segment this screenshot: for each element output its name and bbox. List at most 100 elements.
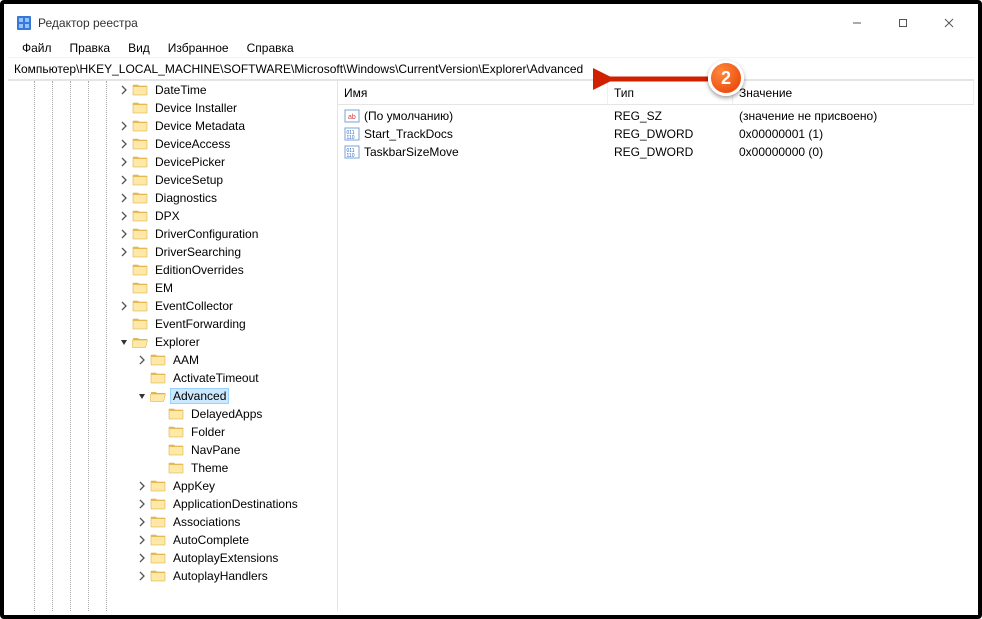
svg-text:110: 110 [347,135,355,141]
tree-item[interactable]: EditionOverrides [8,261,337,279]
tree-item[interactable]: EventForwarding [8,315,337,333]
tree-item[interactable]: DriverConfiguration [8,225,337,243]
expand-icon[interactable] [116,121,132,131]
menu-favorites[interactable]: Избранное [160,40,237,56]
expand-icon[interactable] [116,85,132,95]
tree-item[interactable]: EventCollector [8,297,337,315]
values-header: Имя Тип Значение [338,81,974,105]
expand-icon[interactable] [116,157,132,167]
tree-item[interactable]: ActivateTimeout [8,369,337,387]
tree-item[interactable]: DateTime [8,81,337,99]
expand-icon[interactable] [116,247,132,257]
tree-item[interactable]: Associations [8,513,337,531]
folder-icon [132,190,148,206]
col-name[interactable]: Имя [338,81,608,104]
tree-item-label: AutoComplete [170,532,252,548]
tree-item[interactable]: Diagnostics [8,189,337,207]
collapse-icon[interactable] [116,337,132,347]
tree-item[interactable]: AutoplayHandlers [8,567,337,585]
values-list[interactable]: ab(По умолчанию)REG_SZ(значение не присв… [338,105,974,611]
expand-icon[interactable] [116,175,132,185]
menu-view[interactable]: Вид [120,40,158,56]
folder-icon [168,460,184,476]
tree-item[interactable]: AAM [8,351,337,369]
expand-icon[interactable] [116,139,132,149]
folder-icon [132,118,148,134]
folder-icon [150,352,166,368]
collapse-icon[interactable] [134,391,150,401]
tree-item[interactable]: AutoplayExtensions [8,549,337,567]
tree-item-label: Theme [188,460,231,476]
tree-item[interactable]: NavPane [8,441,337,459]
folder-icon [150,532,166,548]
tree-item[interactable]: AutoComplete [8,531,337,549]
folder-icon [132,262,148,278]
tree-item[interactable]: Theme [8,459,337,477]
value-row[interactable]: 011110TaskbarSizeMoveREG_DWORD0x00000000… [338,143,974,161]
folder-icon [132,208,148,224]
tree-pane[interactable]: DateTimeDevice Installer Device Metadata D… [8,81,338,611]
value-data: 0x00000001 (1) [733,127,974,141]
folder-icon [150,550,166,566]
folder-icon [168,442,184,458]
folder-icon [132,82,148,98]
expand-icon[interactable] [116,193,132,203]
tree-item[interactable]: Explorer [8,333,337,351]
tree-item-label: AppKey [170,478,218,494]
tree-item-label: DriverSearching [152,244,244,260]
expand-icon[interactable] [116,211,132,221]
folder-icon [168,424,184,440]
tree-item[interactable]: DPX [8,207,337,225]
expand-icon[interactable] [134,499,150,509]
folder-icon [132,280,148,296]
menu-file[interactable]: Файл [14,40,60,56]
expand-icon[interactable] [116,229,132,239]
expand-icon[interactable] [134,535,150,545]
expand-icon[interactable] [134,517,150,527]
close-button[interactable] [926,8,972,38]
tree-item-label: DeviceAccess [152,136,233,152]
value-name: TaskbarSizeMove [364,145,459,159]
expand-icon[interactable] [116,301,132,311]
value-type: REG_SZ [608,109,733,123]
tree-item[interactable]: AppKey [8,477,337,495]
annotation-badge: 2 [708,60,744,96]
tree-item-label: Device Installer [152,100,240,116]
tree-item[interactable]: ApplicationDestinations [8,495,337,513]
tree-item[interactable]: DeviceAccess [8,135,337,153]
tree-item-label: Diagnostics [152,190,220,206]
maximize-button[interactable] [880,8,926,38]
tree-item[interactable]: DriverSearching [8,243,337,261]
folder-icon [132,316,148,332]
tree-item[interactable]: DeviceSetup [8,171,337,189]
tree-item[interactable]: Device Metadata [8,117,337,135]
tree-item-label: Associations [170,514,243,530]
value-row[interactable]: ab(По умолчанию)REG_SZ(значение не присв… [338,107,974,125]
address-bar[interactable]: Компьютер\HKEY_LOCAL_MACHINE\SOFTWARE\Mi… [8,58,974,80]
registry-editor-window: Редактор реестра Файл Правка Вид Избранн… [8,8,974,611]
tree-item[interactable]: DelayedApps [8,405,337,423]
tree-item[interactable]: DevicePicker [8,153,337,171]
expand-icon[interactable] [134,355,150,365]
tree-item[interactable]: Folder [8,423,337,441]
col-value[interactable]: Значение [733,81,974,104]
tree-item-label: DriverConfiguration [152,226,261,242]
menu-help[interactable]: Справка [239,40,302,56]
value-row[interactable]: 011110Start_TrackDocsREG_DWORD0x00000001… [338,125,974,143]
expand-icon[interactable] [134,481,150,491]
tree-item-label: EM [152,280,176,296]
tree-item[interactable]: Advanced [8,387,337,405]
tree-item-label: DelayedApps [188,406,265,422]
titlebar: Редактор реестра [8,8,974,38]
expand-icon[interactable] [134,553,150,563]
folder-icon [132,100,148,116]
tree-item-label: Device Metadata [152,118,248,134]
tree-item[interactable]: EM [8,279,337,297]
tree-item[interactable]: Device Installer [8,99,337,117]
minimize-button[interactable] [834,8,880,38]
menu-edit[interactable]: Правка [62,40,119,56]
value-type: REG_DWORD [608,145,733,159]
annotation-number: 2 [721,68,731,89]
expand-icon[interactable] [134,571,150,581]
string-value-icon: ab [344,108,360,124]
